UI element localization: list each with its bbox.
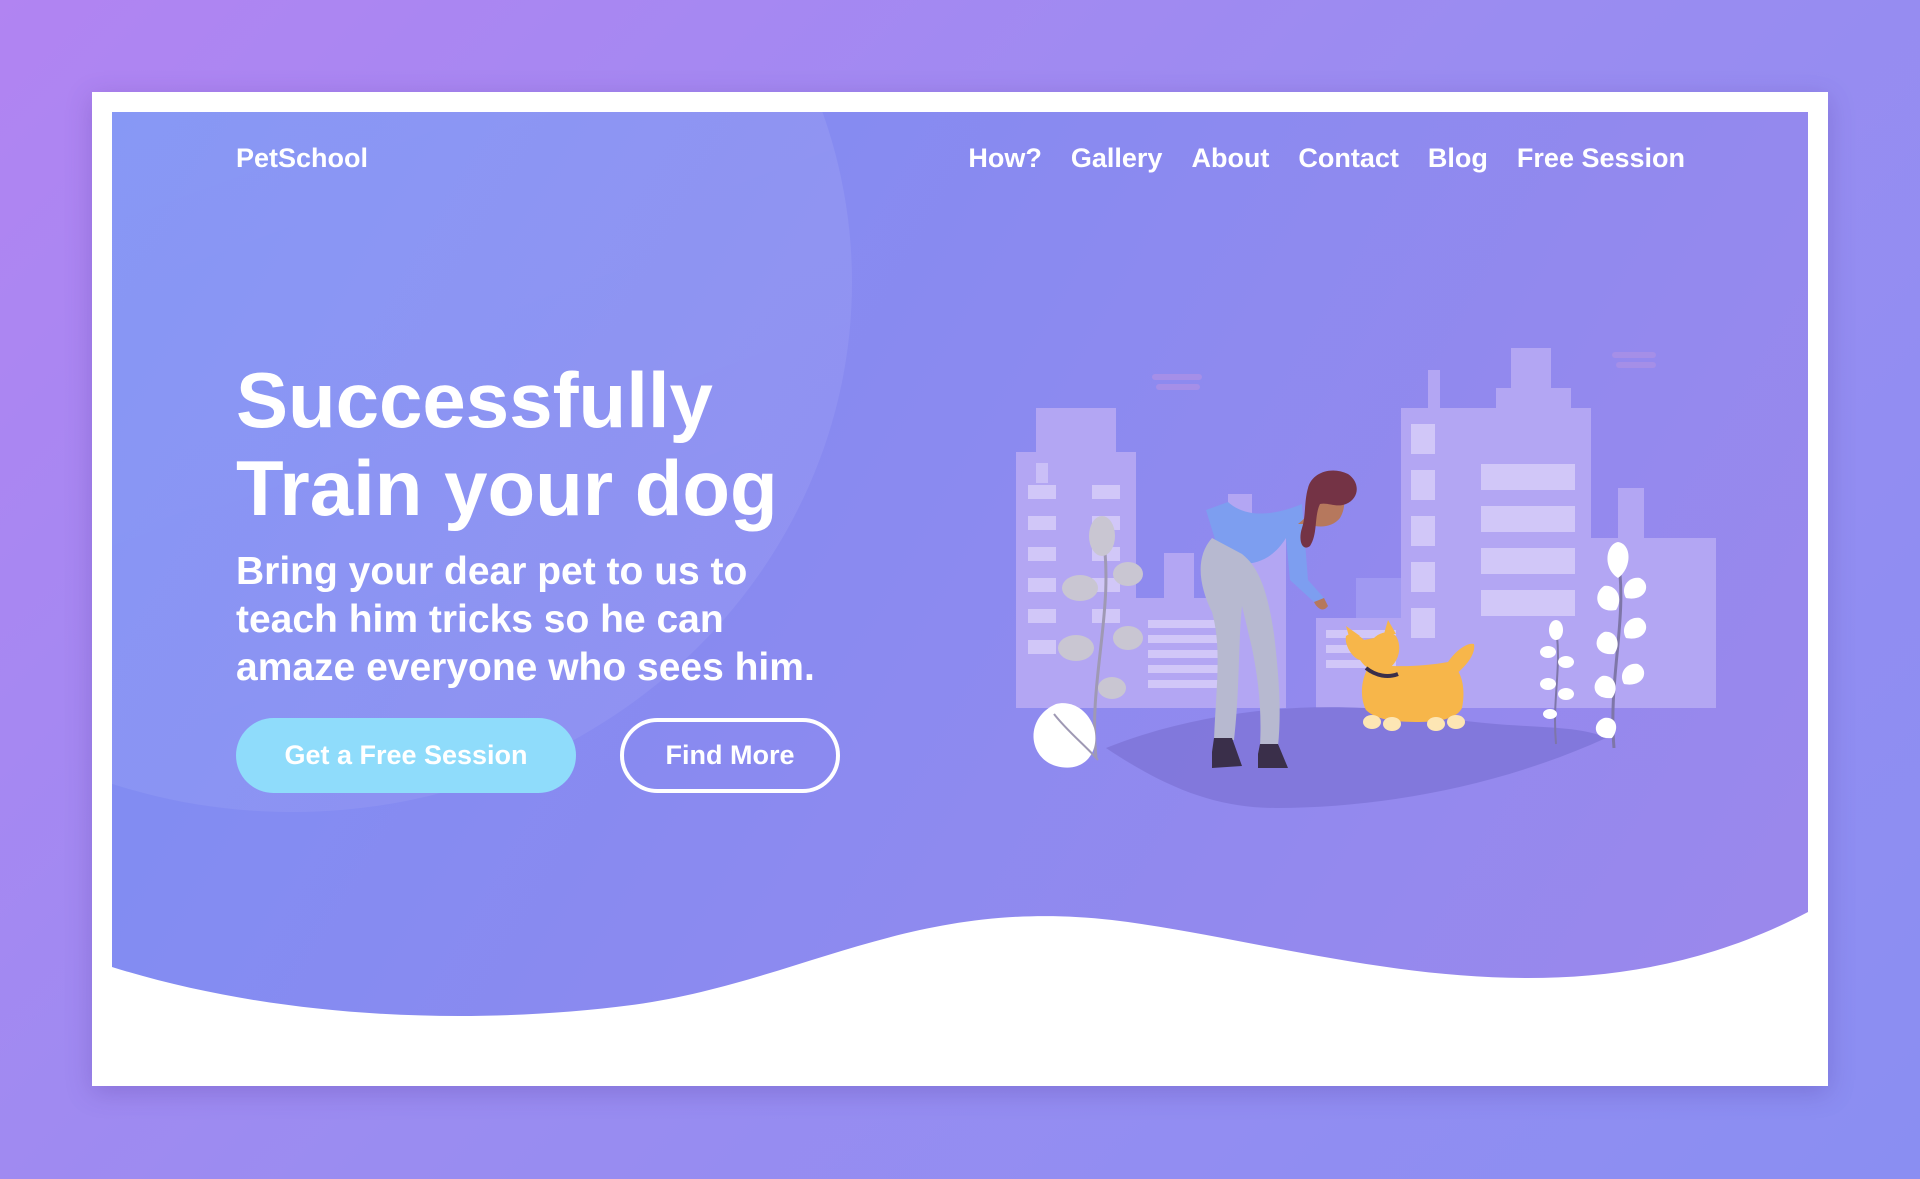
hero-headline-line-2: Train your dog [236,444,778,532]
hero-illustration [1016,348,1716,808]
hero-headline: Successfully Train your dog [236,356,778,532]
brand-logo[interactable]: PetSchool [236,142,368,174]
nav-link-how[interactable]: How? [968,142,1042,174]
hero-subtext-line-2: teach him tricks so he can [236,598,724,641]
page-frame: PetSchool How? Gallery About Contact Blo… [92,92,1828,1086]
hero-subtext: Bring your dear pet to us to teach him t… [236,548,936,692]
hero-headline-line-1: Successfully [236,356,713,444]
main-nav: How? Gallery About Contact Blog Free Ses… [968,142,1685,174]
hero-section: PetSchool How? Gallery About Contact Blo… [112,112,1808,1066]
nav-link-blog[interactable]: Blog [1428,142,1488,174]
hero-subtext-line-3: amaze everyone who sees him. [236,646,815,689]
nav-link-free-session[interactable]: Free Session [1517,142,1685,174]
hero-subtext-line-1: Bring your dear pet to us to [236,550,748,593]
get-free-session-button[interactable]: Get a Free Session [236,718,576,793]
nav-link-about[interactable]: About [1191,142,1269,174]
nav-link-gallery[interactable]: Gallery [1071,142,1163,174]
nav-link-contact[interactable]: Contact [1298,142,1399,174]
find-more-button[interactable]: Find More [620,718,840,793]
